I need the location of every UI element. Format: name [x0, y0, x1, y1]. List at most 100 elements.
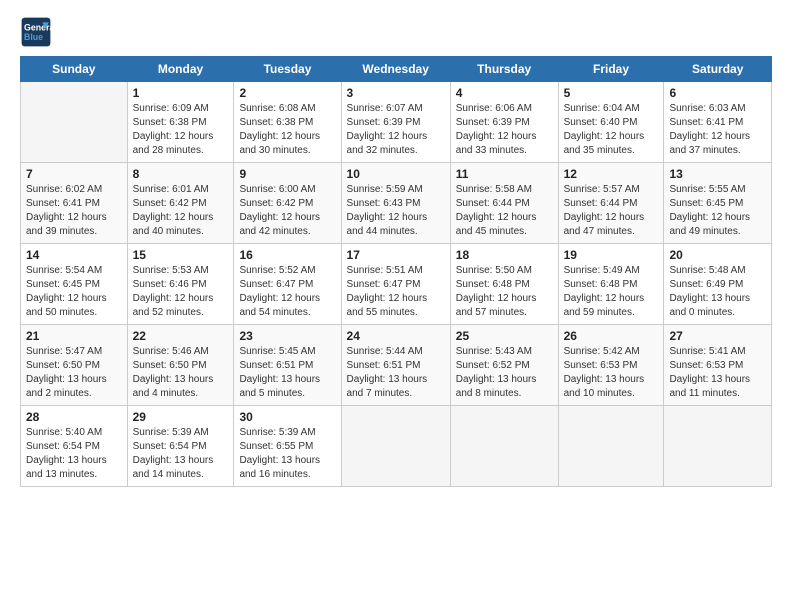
cell-info: Sunrise: 6:00 AM Sunset: 6:42 PM Dayligh… — [239, 183, 335, 239]
cell-info: Sunrise: 5:59 AM Sunset: 6:43 PM Dayligh… — [347, 183, 445, 239]
day-number: 8 — [133, 167, 229, 181]
table-header-row: SundayMondayTuesdayWednesdayThursdayFrid… — [21, 57, 772, 82]
svg-text:Blue: Blue — [24, 32, 43, 42]
table-cell: 13 Sunrise: 5:55 AM Sunset: 6:45 PM Dayli… — [664, 163, 772, 244]
col-header-tuesday: Tuesday — [234, 57, 341, 82]
cell-info: Sunrise: 6:01 AM Sunset: 6:42 PM Dayligh… — [133, 183, 229, 239]
cell-info: Sunrise: 6:08 AM Sunset: 6:38 PM Dayligh… — [239, 102, 335, 158]
cell-info: Sunrise: 5:49 AM Sunset: 6:48 PM Dayligh… — [564, 264, 659, 320]
day-number: 16 — [239, 248, 335, 262]
day-number: 11 — [456, 167, 553, 181]
cell-info: Sunrise: 5:57 AM Sunset: 6:44 PM Dayligh… — [564, 183, 659, 239]
table-cell: 12Sunrise: 5:57 AM Sunset: 6:44 PM Dayli… — [558, 163, 664, 244]
table-row: 28 Sunrise: 5:40 AM Sunset: 6:54 PM Dayli… — [21, 406, 772, 487]
cell-info: Sunrise: 5:53 AM Sunset: 6:46 PM Dayligh… — [133, 264, 229, 320]
table-cell: 8 Sunrise: 6:01 AM Sunset: 6:42 PM Daylig… — [127, 163, 234, 244]
day-number: 4 — [456, 86, 553, 100]
table-cell: 16Sunrise: 5:52 AM Sunset: 6:47 PM Dayli… — [234, 244, 341, 325]
day-number: 28 — [26, 410, 122, 424]
table-cell: 6 Sunrise: 6:03 AM Sunset: 6:41 PM Daylig… — [664, 82, 772, 163]
day-number: 20 — [669, 248, 766, 262]
day-number: 14 — [26, 248, 122, 262]
day-number: 30 — [239, 410, 335, 424]
cell-info: Sunrise: 5:39 AM Sunset: 6:54 PM Dayligh… — [133, 426, 229, 482]
table-cell — [341, 406, 450, 487]
cell-info: Sunrise: 5:48 AM Sunset: 6:49 PM Dayligh… — [669, 264, 766, 320]
day-number: 22 — [133, 329, 229, 343]
table-cell: 2 Sunrise: 6:08 AM Sunset: 6:38 PM Daylig… — [234, 82, 341, 163]
table-cell: 9 Sunrise: 6:00 AM Sunset: 6:42 PM Daylig… — [234, 163, 341, 244]
table-cell: 29 Sunrise: 5:39 AM Sunset: 6:54 PM Dayli… — [127, 406, 234, 487]
table-cell — [664, 406, 772, 487]
day-number: 26 — [564, 329, 659, 343]
day-number: 27 — [669, 329, 766, 343]
cell-info: Sunrise: 6:09 AM Sunset: 6:38 PM Dayligh… — [133, 102, 229, 158]
logo: General Blue — [20, 16, 56, 48]
col-header-monday: Monday — [127, 57, 234, 82]
table-cell: 26 Sunrise: 5:42 AM Sunset: 6:53 PM Dayli… — [558, 325, 664, 406]
col-header-sunday: Sunday — [21, 57, 128, 82]
day-number: 19 — [564, 248, 659, 262]
table-cell: 28 Sunrise: 5:40 AM Sunset: 6:54 PM Dayli… — [21, 406, 128, 487]
cell-info: Sunrise: 6:06 AM Sunset: 6:39 PM Dayligh… — [456, 102, 553, 158]
day-number: 10 — [347, 167, 445, 181]
table-cell — [21, 82, 128, 163]
table-cell: 1 Sunrise: 6:09 AM Sunset: 6:38 PM Daylig… — [127, 82, 234, 163]
table-cell: 25Sunrise: 5:43 AM Sunset: 6:52 PM Dayli… — [450, 325, 558, 406]
day-number: 24 — [347, 329, 445, 343]
day-number: 6 — [669, 86, 766, 100]
table-cell: 10 Sunrise: 5:59 AM Sunset: 6:43 PM Dayli… — [341, 163, 450, 244]
logo-icon: General Blue — [20, 16, 52, 48]
cell-info: Sunrise: 5:51 AM Sunset: 6:47 PM Dayligh… — [347, 264, 445, 320]
day-number: 1 — [133, 86, 229, 100]
table-cell — [450, 406, 558, 487]
table-cell: 18 Sunrise: 5:50 AM Sunset: 6:48 PM Dayli… — [450, 244, 558, 325]
table-cell: 22 Sunrise: 5:46 AM Sunset: 6:50 PM Dayli… — [127, 325, 234, 406]
day-number: 13 — [669, 167, 766, 181]
cell-info: Sunrise: 5:54 AM Sunset: 6:45 PM Dayligh… — [26, 264, 122, 320]
col-header-friday: Friday — [558, 57, 664, 82]
day-number: 2 — [239, 86, 335, 100]
day-number: 18 — [456, 248, 553, 262]
header: General Blue — [20, 16, 772, 48]
cell-info: Sunrise: 5:44 AM Sunset: 6:51 PM Dayligh… — [347, 345, 445, 401]
cell-info: Sunrise: 6:02 AM Sunset: 6:41 PM Dayligh… — [26, 183, 122, 239]
table-cell: 17Sunrise: 5:51 AM Sunset: 6:47 PM Dayli… — [341, 244, 450, 325]
cell-info: Sunrise: 5:40 AM Sunset: 6:54 PM Dayligh… — [26, 426, 122, 482]
table-row: 21 Sunrise: 5:47 AM Sunset: 6:50 PM Dayli… — [21, 325, 772, 406]
table-row: 7 Sunrise: 6:02 AM Sunset: 6:41 PM Daylig… — [21, 163, 772, 244]
table-cell: 11 Sunrise: 5:58 AM Sunset: 6:44 PM Dayli… — [450, 163, 558, 244]
cell-info: Sunrise: 5:47 AM Sunset: 6:50 PM Dayligh… — [26, 345, 122, 401]
day-number: 29 — [133, 410, 229, 424]
day-number: 25 — [456, 329, 553, 343]
cell-info: Sunrise: 5:58 AM Sunset: 6:44 PM Dayligh… — [456, 183, 553, 239]
col-header-saturday: Saturday — [664, 57, 772, 82]
day-number: 21 — [26, 329, 122, 343]
table-cell: 20 Sunrise: 5:48 AM Sunset: 6:49 PM Dayli… — [664, 244, 772, 325]
cell-info: Sunrise: 5:39 AM Sunset: 6:55 PM Dayligh… — [239, 426, 335, 482]
day-number: 9 — [239, 167, 335, 181]
table-cell: 23Sunrise: 5:45 AM Sunset: 6:51 PM Dayli… — [234, 325, 341, 406]
day-number: 15 — [133, 248, 229, 262]
table-cell: 21 Sunrise: 5:47 AM Sunset: 6:50 PM Dayli… — [21, 325, 128, 406]
table-cell: 19 Sunrise: 5:49 AM Sunset: 6:48 PM Dayli… — [558, 244, 664, 325]
table-cell: 7 Sunrise: 6:02 AM Sunset: 6:41 PM Daylig… — [21, 163, 128, 244]
cell-info: Sunrise: 5:46 AM Sunset: 6:50 PM Dayligh… — [133, 345, 229, 401]
table-row: 1 Sunrise: 6:09 AM Sunset: 6:38 PM Daylig… — [21, 82, 772, 163]
table-cell: 5Sunrise: 6:04 AM Sunset: 6:40 PM Daylig… — [558, 82, 664, 163]
calendar-table: SundayMondayTuesdayWednesdayThursdayFrid… — [20, 56, 772, 487]
table-row: 14 Sunrise: 5:54 AM Sunset: 6:45 PM Dayli… — [21, 244, 772, 325]
cell-info: Sunrise: 6:07 AM Sunset: 6:39 PM Dayligh… — [347, 102, 445, 158]
table-cell: 27Sunrise: 5:41 AM Sunset: 6:53 PM Dayli… — [664, 325, 772, 406]
day-number: 7 — [26, 167, 122, 181]
day-number: 3 — [347, 86, 445, 100]
table-cell: 4 Sunrise: 6:06 AM Sunset: 6:39 PM Daylig… — [450, 82, 558, 163]
cell-info: Sunrise: 6:03 AM Sunset: 6:41 PM Dayligh… — [669, 102, 766, 158]
table-cell: 3 Sunrise: 6:07 AM Sunset: 6:39 PM Daylig… — [341, 82, 450, 163]
col-header-wednesday: Wednesday — [341, 57, 450, 82]
cell-info: Sunrise: 5:42 AM Sunset: 6:53 PM Dayligh… — [564, 345, 659, 401]
cell-info: Sunrise: 5:55 AM Sunset: 6:45 PM Dayligh… — [669, 183, 766, 239]
cell-info: Sunrise: 5:50 AM Sunset: 6:48 PM Dayligh… — [456, 264, 553, 320]
table-cell: 30 Sunrise: 5:39 AM Sunset: 6:55 PM Dayli… — [234, 406, 341, 487]
col-header-thursday: Thursday — [450, 57, 558, 82]
